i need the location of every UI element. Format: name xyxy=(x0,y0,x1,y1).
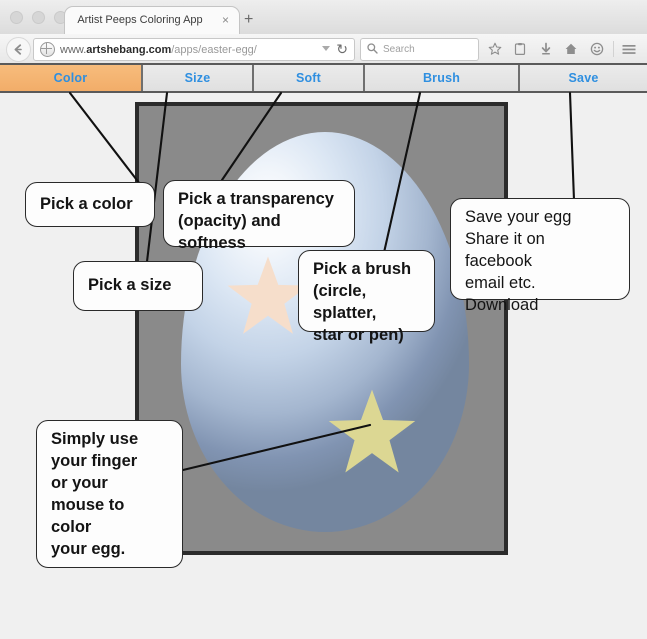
app-tab-label: Color xyxy=(53,71,88,85)
leader-line-color xyxy=(68,91,145,190)
browser-tab-title: Artist Peeps Coloring App xyxy=(77,14,203,26)
globe-icon xyxy=(40,42,55,57)
app-tab-size[interactable]: Size xyxy=(143,65,254,91)
window-close-button[interactable] xyxy=(10,11,23,24)
callout-pick-a-color: Pick a color xyxy=(25,182,155,227)
close-icon[interactable]: × xyxy=(222,13,229,27)
browser-tab-strip: Artist Peeps Coloring App × + xyxy=(0,0,647,35)
reload-icon[interactable]: ↻ xyxy=(336,42,348,57)
app-tab-soft[interactable]: Soft xyxy=(254,65,365,91)
app-tab-label: Brush xyxy=(422,71,461,85)
back-button[interactable] xyxy=(6,37,31,62)
browser-toolbar-icons xyxy=(482,38,642,59)
app-tab-label: Size xyxy=(184,71,211,85)
app-tab-brush[interactable]: Brush xyxy=(365,65,520,91)
callout-pick-a-size: Pick a size xyxy=(73,261,203,311)
browser-navigation-bar: www.artshebang.com/apps/easter-egg/ ↻ Se… xyxy=(0,34,647,63)
smiley-feedback-icon[interactable] xyxy=(584,38,610,59)
search-placeholder: Search xyxy=(383,44,415,55)
callout-simply-use-finger: Simply use your finger or your mouse to … xyxy=(36,420,183,568)
star-icon[interactable] xyxy=(482,38,508,59)
yellow-star xyxy=(326,387,418,477)
url-path: /apps/easter-egg/ xyxy=(171,43,257,56)
window-traffic-light-buttons[interactable] xyxy=(10,11,67,24)
home-icon[interactable] xyxy=(559,38,585,59)
app-tab-label: Save xyxy=(568,71,599,85)
reading-list-icon[interactable] xyxy=(508,38,534,59)
address-bar-url: www.artshebang.com/apps/easter-egg/ xyxy=(60,44,257,56)
url-domain: artshebang.com xyxy=(86,43,172,56)
callout-pick-a-brush: Pick a brush (circle, splatter, star or … xyxy=(298,250,435,344)
app-tab-color[interactable]: Color xyxy=(0,65,143,91)
leader-line-save xyxy=(568,91,576,202)
app-tab-label: Soft xyxy=(295,71,322,85)
hamburger-menu-icon[interactable] xyxy=(616,38,642,59)
window-minimize-button[interactable] xyxy=(32,11,45,24)
toolbar-divider xyxy=(612,40,614,57)
search-input[interactable]: Search xyxy=(360,38,479,61)
app-tab-save[interactable]: Save xyxy=(520,65,647,91)
callout-pick-a-transparency: Pick a transparency (opacity) and softne… xyxy=(163,180,355,252)
browser-chrome: Artist Peeps Coloring App × + www.artshe… xyxy=(0,0,647,64)
address-bar[interactable]: www.artshebang.com/apps/easter-egg/ ↻ xyxy=(33,38,355,61)
chevron-down-icon[interactable] xyxy=(322,46,330,51)
callout-save-your-egg: Save your egg Share it on facebook email… xyxy=(450,198,630,314)
back-arrow-icon xyxy=(12,43,25,56)
new-tab-button[interactable]: + xyxy=(244,12,253,28)
magnifier-icon xyxy=(367,41,378,59)
browser-tab[interactable]: Artist Peeps Coloring App × xyxy=(64,6,240,35)
download-arrow-icon[interactable] xyxy=(533,38,559,59)
url-prefix: www. xyxy=(60,43,87,56)
app-toolbar: Color Size Soft Brush Save xyxy=(0,63,647,93)
